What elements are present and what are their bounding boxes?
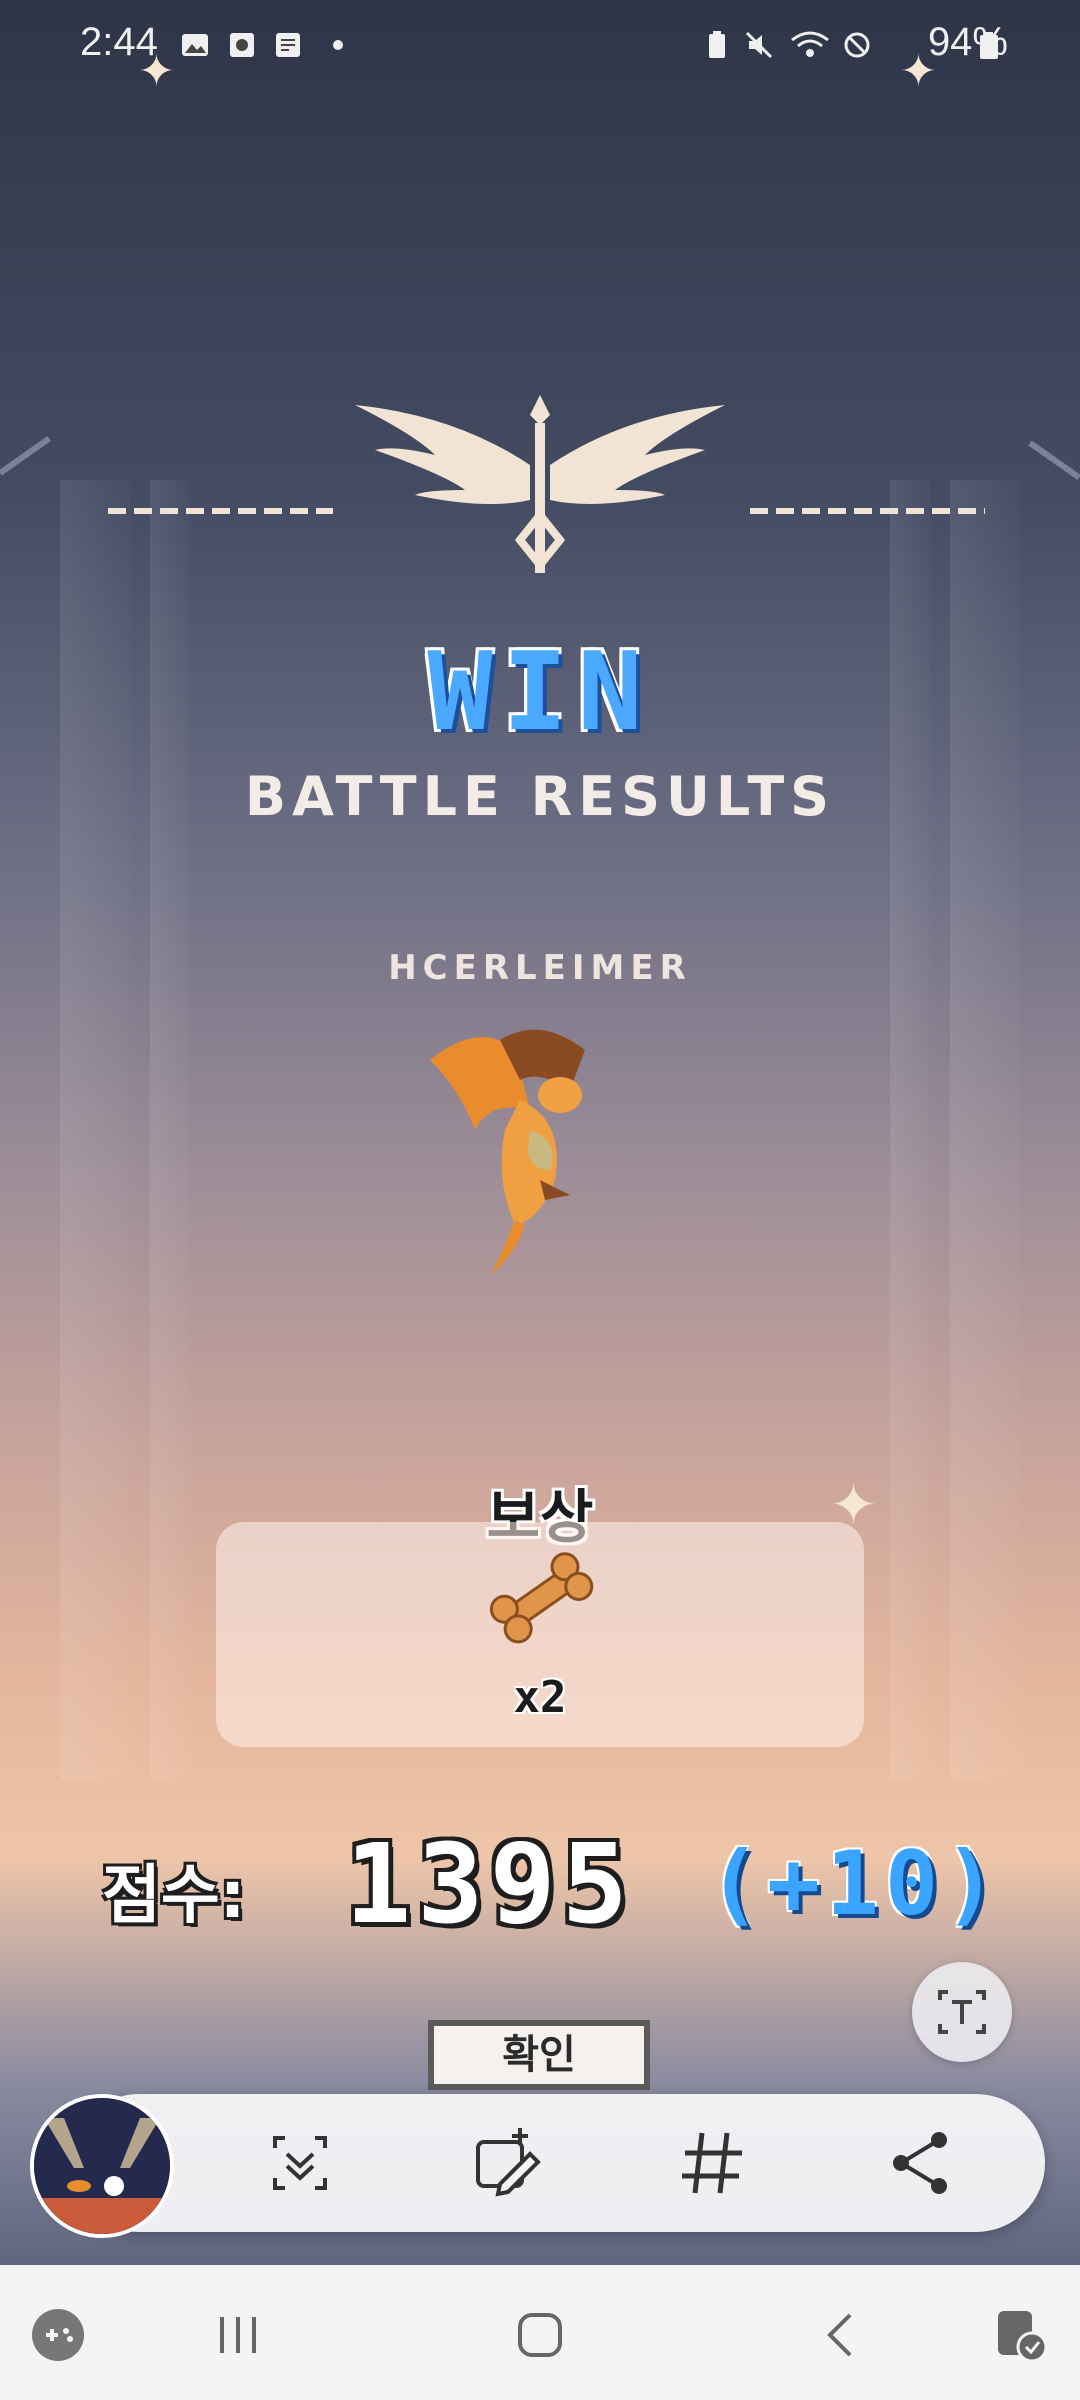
game-launcher-icon[interactable] [28,2305,88,2365]
game-screen: ✦ ✦ ✦ 2:44 94% WIN BATTLE RESULTS HCERLE… [0,0,1080,2265]
character-name: HCERLEIMER [388,948,692,988]
gallery-icon [182,34,208,56]
game-booster-icon[interactable] [990,2305,1050,2365]
share-icon[interactable] [875,2118,965,2208]
text-extract-button[interactable] [912,1962,1012,2062]
battle-results-subtitle: BATTLE RESULTS [244,765,836,828]
confirm-button[interactable]: 확인 [428,2020,650,2090]
light-ray [1028,440,1080,480]
score-label: 점수: [102,1859,246,1933]
score-row: 점수: 1395 (+10) [0,1820,1080,1950]
draw-icon[interactable] [460,2118,550,2208]
wifi-icon [791,31,829,57]
dragon-creature-icon [430,1029,585,1275]
thumbnail-preview [34,2098,170,2234]
recent-apps-icon[interactable] [208,2305,268,2365]
screenshot-toolbar [30,2090,1050,2238]
back-icon[interactable] [812,2305,872,2365]
reward-panel: x2 [216,1522,864,1747]
light-ray [0,436,51,476]
emblem-divider-left [108,508,333,514]
dot-icon [333,40,343,50]
screenshot-icon [276,33,300,57]
bone-icon [489,1552,594,1644]
text-extract-icon [938,1990,986,2034]
battery-icon [980,32,998,59]
score-delta: (+10) [708,1832,1003,1935]
screenshot-thumbnail[interactable] [30,2094,174,2238]
emblem-divider-right [750,508,985,514]
result-title: WIN [427,630,653,755]
scroll-capture-icon[interactable] [255,2118,345,2208]
winged-emblem-icon [355,395,725,573]
status-bar: 2:44 94% [0,18,1080,78]
reward-quantity: x2 [513,1672,567,1723]
mute-icon [745,31,773,59]
home-icon[interactable] [510,2305,570,2365]
do-not-disturb-icon [844,32,870,58]
video-icon [230,33,254,57]
navigation-bar [0,2265,1080,2400]
clock: 2:44 [80,20,158,64]
score-value: 1395 [345,1820,634,1948]
battery-saver-icon [709,31,725,58]
hashtag-icon[interactable] [667,2118,757,2208]
